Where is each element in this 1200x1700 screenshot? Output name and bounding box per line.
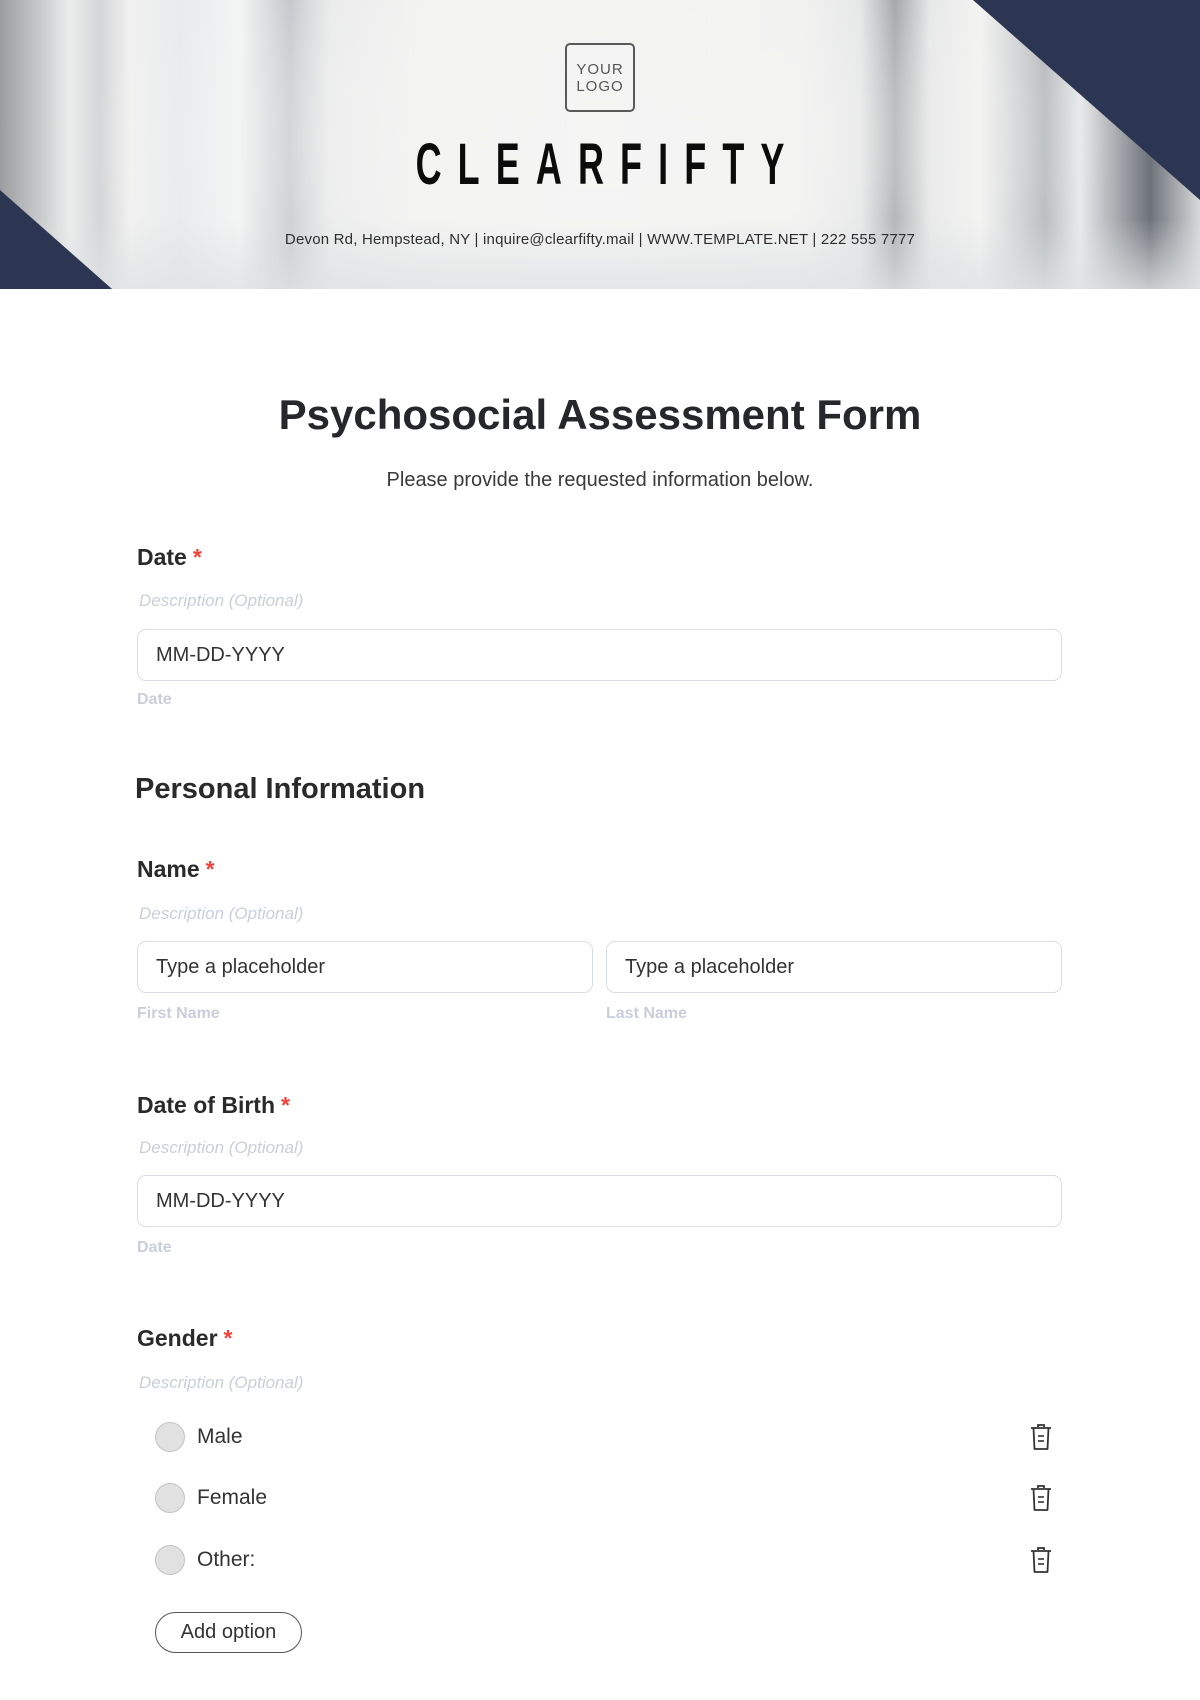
form-subtitle: Please provide the requested information… bbox=[386, 469, 814, 491]
brand-name: CLEARFIFTY bbox=[415, 132, 801, 197]
trash-icon[interactable] bbox=[1029, 1546, 1053, 1574]
form-title: Psychosocial Assessment Form bbox=[278, 391, 922, 438]
name-label-text: Name bbox=[137, 856, 200, 882]
dob-label: Date of Birth * bbox=[137, 1091, 290, 1119]
trash-icon[interactable] bbox=[1029, 1423, 1053, 1451]
add-option-button[interactable]: Add option bbox=[155, 1612, 302, 1653]
gender-label-text: Gender bbox=[137, 1325, 218, 1351]
required-marker: * bbox=[192, 544, 202, 570]
dob-label-text: Date of Birth bbox=[137, 1092, 275, 1118]
gender-option-male[interactable]: Male bbox=[155, 1420, 1065, 1454]
option-label[interactable]: Female bbox=[197, 1486, 267, 1510]
contact-line: Devon Rd, Hempstead, NY | inquire@clearf… bbox=[284, 231, 916, 248]
trash-icon[interactable] bbox=[1029, 1484, 1053, 1512]
date-label-text: Date bbox=[137, 544, 187, 570]
logo-text: YOUR LOGO bbox=[576, 60, 624, 95]
gender-label: Gender * bbox=[137, 1324, 232, 1352]
required-marker: * bbox=[223, 1325, 233, 1351]
gender-option-female[interactable]: Female bbox=[155, 1481, 1065, 1515]
gender-description[interactable]: Description (Optional) bbox=[139, 1372, 303, 1394]
date-label: Date * bbox=[137, 543, 202, 571]
first-name-placeholder: Type a placeholder bbox=[156, 955, 326, 978]
last-name-placeholder: Type a placeholder bbox=[625, 955, 795, 978]
radio-button[interactable] bbox=[155, 1545, 185, 1575]
date-description[interactable]: Description (Optional) bbox=[139, 590, 303, 612]
last-name-input[interactable]: Type a placeholder bbox=[606, 941, 1062, 993]
header-banner: YOUR LOGO CLEARFIFTY Devon Rd, Hempstead… bbox=[0, 0, 1200, 289]
section-personal-information: Personal Information bbox=[135, 773, 426, 805]
name-label: Name * bbox=[137, 855, 215, 883]
required-marker: * bbox=[205, 856, 215, 882]
date-input[interactable]: MM-DD-YYYY bbox=[137, 629, 1062, 681]
first-name-input[interactable]: Type a placeholder bbox=[137, 941, 593, 993]
date-input-value: MM-DD-YYYY bbox=[156, 643, 285, 666]
last-name-sublabel: Last Name bbox=[606, 1005, 687, 1022]
radio-button[interactable] bbox=[155, 1483, 185, 1513]
dob-description[interactable]: Description (Optional) bbox=[139, 1137, 303, 1159]
gender-option-other[interactable]: Other: bbox=[155, 1543, 1065, 1577]
first-name-sublabel: First Name bbox=[137, 1005, 220, 1022]
required-marker: * bbox=[281, 1092, 290, 1118]
option-label[interactable]: Other: bbox=[197, 1548, 255, 1572]
dob-sublabel: Date bbox=[137, 1239, 172, 1256]
dob-input-value: MM-DD-YYYY bbox=[156, 1189, 285, 1212]
dob-input[interactable]: MM-DD-YYYY bbox=[137, 1175, 1062, 1227]
logo-placeholder: YOUR LOGO bbox=[565, 43, 635, 112]
radio-button[interactable] bbox=[155, 1422, 185, 1452]
name-description[interactable]: Description (Optional) bbox=[139, 903, 303, 925]
option-label[interactable]: Male bbox=[197, 1425, 243, 1449]
date-sublabel: Date bbox=[137, 691, 172, 708]
